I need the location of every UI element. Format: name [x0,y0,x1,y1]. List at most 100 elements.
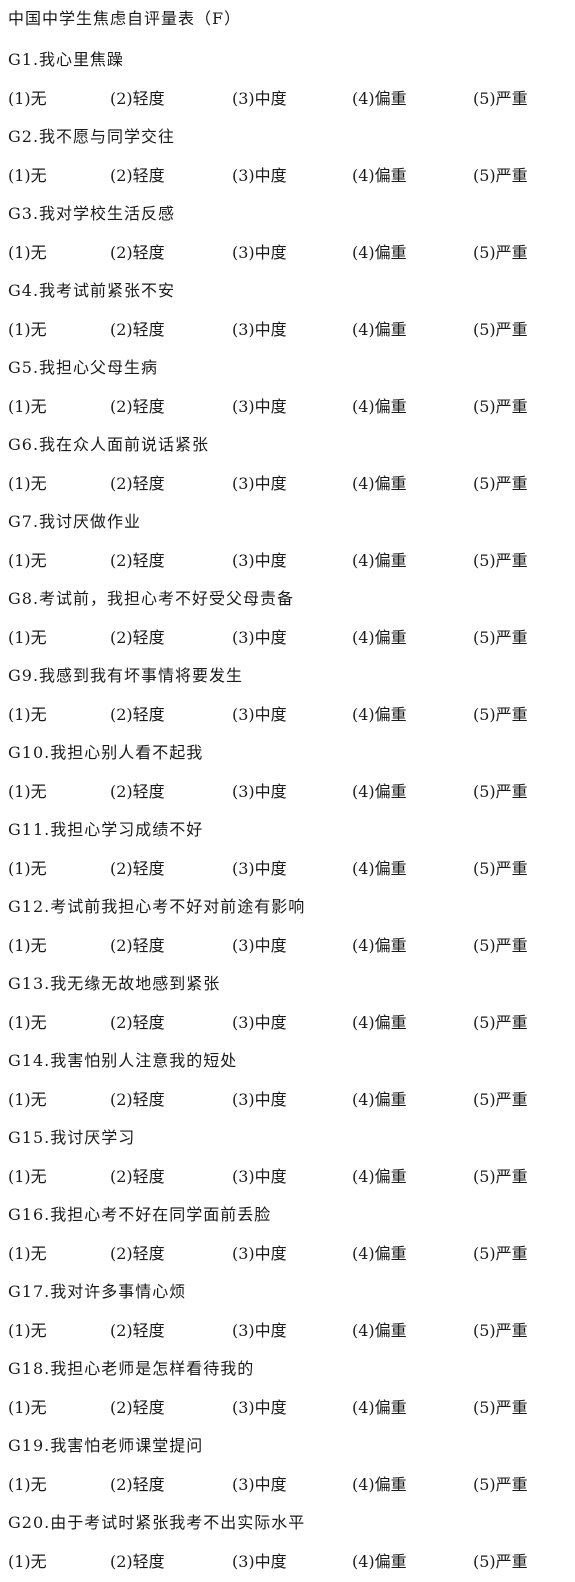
option-none[interactable]: (1)无 [8,1086,47,1110]
option-severe[interactable]: (5)严重 [473,239,528,263]
option-none[interactable]: (1)无 [8,1240,47,1264]
option-severe[interactable]: (5)严重 [473,778,528,802]
option-severe-ish[interactable]: (4)偏重 [352,162,407,186]
option-mild[interactable]: (2)轻度 [110,1317,165,1341]
option-severe[interactable]: (5)严重 [473,1471,528,1495]
option-severe-ish[interactable]: (4)偏重 [352,701,407,725]
option-none[interactable]: (1)无 [8,1394,47,1418]
option-moderate[interactable]: (3)中度 [232,1009,287,1033]
option-severe[interactable]: (5)严重 [473,1009,528,1033]
option-moderate[interactable]: (3)中度 [232,85,287,109]
option-severe[interactable]: (5)严重 [473,547,528,571]
option-severe-ish[interactable]: (4)偏重 [352,1240,407,1264]
option-moderate[interactable]: (3)中度 [232,470,287,494]
option-severe-ish[interactable]: (4)偏重 [352,778,407,802]
option-mild[interactable]: (2)轻度 [110,932,165,956]
option-severe-ish[interactable]: (4)偏重 [352,1471,407,1495]
option-severe[interactable]: (5)严重 [473,162,528,186]
option-severe[interactable]: (5)严重 [473,1394,528,1418]
option-severe[interactable]: (5)严重 [473,1317,528,1341]
option-severe[interactable]: (5)严重 [473,1086,528,1110]
option-mild[interactable]: (2)轻度 [110,470,165,494]
option-none[interactable]: (1)无 [8,239,47,263]
option-moderate[interactable]: (3)中度 [232,1317,287,1341]
option-mild[interactable]: (2)轻度 [110,624,165,648]
option-mild[interactable]: (2)轻度 [110,393,165,417]
option-severe[interactable]: (5)严重 [473,1240,528,1264]
option-severe[interactable]: (5)严重 [473,85,528,109]
option-severe-ish[interactable]: (4)偏重 [352,470,407,494]
option-mild[interactable]: (2)轻度 [110,1394,165,1418]
option-severe[interactable]: (5)严重 [473,701,528,725]
option-moderate[interactable]: (3)中度 [232,855,287,879]
option-severe[interactable]: (5)严重 [473,1548,528,1572]
option-none[interactable]: (1)无 [8,393,47,417]
option-moderate[interactable]: (3)中度 [232,239,287,263]
option-severe[interactable]: (5)严重 [473,393,528,417]
option-moderate[interactable]: (3)中度 [232,1548,287,1572]
option-severe[interactable]: (5)严重 [473,624,528,648]
option-moderate[interactable]: (3)中度 [232,932,287,956]
option-none[interactable]: (1)无 [8,701,47,725]
option-none[interactable]: (1)无 [8,624,47,648]
option-severe[interactable]: (5)严重 [473,316,528,340]
option-severe-ish[interactable]: (4)偏重 [352,1163,407,1187]
option-severe-ish[interactable]: (4)偏重 [352,624,407,648]
option-mild[interactable]: (2)轻度 [110,1009,165,1033]
option-moderate[interactable]: (3)中度 [232,1394,287,1418]
option-mild[interactable]: (2)轻度 [110,1086,165,1110]
option-none[interactable]: (1)无 [8,1317,47,1341]
option-mild[interactable]: (2)轻度 [110,855,165,879]
option-severe[interactable]: (5)严重 [473,932,528,956]
option-mild[interactable]: (2)轻度 [110,1163,165,1187]
option-severe[interactable]: (5)严重 [473,1163,528,1187]
option-none[interactable]: (1)无 [8,547,47,571]
option-moderate[interactable]: (3)中度 [232,778,287,802]
option-none[interactable]: (1)无 [8,1471,47,1495]
option-moderate[interactable]: (3)中度 [232,701,287,725]
option-mild[interactable]: (2)轻度 [110,1240,165,1264]
option-none[interactable]: (1)无 [8,85,47,109]
option-severe-ish[interactable]: (4)偏重 [352,547,407,571]
option-none[interactable]: (1)无 [8,316,47,340]
option-mild[interactable]: (2)轻度 [110,239,165,263]
option-mild[interactable]: (2)轻度 [110,547,165,571]
option-moderate[interactable]: (3)中度 [232,162,287,186]
option-mild[interactable]: (2)轻度 [110,778,165,802]
option-mild[interactable]: (2)轻度 [110,162,165,186]
option-severe-ish[interactable]: (4)偏重 [352,316,407,340]
option-moderate[interactable]: (3)中度 [232,1163,287,1187]
option-severe-ish[interactable]: (4)偏重 [352,239,407,263]
option-none[interactable]: (1)无 [8,932,47,956]
option-none[interactable]: (1)无 [8,1009,47,1033]
option-severe-ish[interactable]: (4)偏重 [352,932,407,956]
option-moderate[interactable]: (3)中度 [232,624,287,648]
option-severe-ish[interactable]: (4)偏重 [352,393,407,417]
option-none[interactable]: (1)无 [8,162,47,186]
option-mild[interactable]: (2)轻度 [110,701,165,725]
option-severe-ish[interactable]: (4)偏重 [352,855,407,879]
option-severe[interactable]: (5)严重 [473,855,528,879]
option-severe-ish[interactable]: (4)偏重 [352,1009,407,1033]
option-moderate[interactable]: (3)中度 [232,547,287,571]
option-severe-ish[interactable]: (4)偏重 [352,85,407,109]
option-none[interactable]: (1)无 [8,1163,47,1187]
option-mild[interactable]: (2)轻度 [110,1471,165,1495]
option-mild[interactable]: (2)轻度 [110,85,165,109]
option-none[interactable]: (1)无 [8,778,47,802]
option-mild[interactable]: (2)轻度 [110,316,165,340]
option-moderate[interactable]: (3)中度 [232,393,287,417]
option-severe[interactable]: (5)严重 [473,470,528,494]
option-moderate[interactable]: (3)中度 [232,1240,287,1264]
option-moderate[interactable]: (3)中度 [232,1471,287,1495]
option-none[interactable]: (1)无 [8,1548,47,1572]
option-severe-ish[interactable]: (4)偏重 [352,1317,407,1341]
option-severe-ish[interactable]: (4)偏重 [352,1086,407,1110]
option-moderate[interactable]: (3)中度 [232,316,287,340]
option-none[interactable]: (1)无 [8,855,47,879]
option-moderate[interactable]: (3)中度 [232,1086,287,1110]
option-severe-ish[interactable]: (4)偏重 [352,1394,407,1418]
option-mild[interactable]: (2)轻度 [110,1548,165,1572]
option-severe-ish[interactable]: (4)偏重 [352,1548,407,1572]
option-none[interactable]: (1)无 [8,470,47,494]
